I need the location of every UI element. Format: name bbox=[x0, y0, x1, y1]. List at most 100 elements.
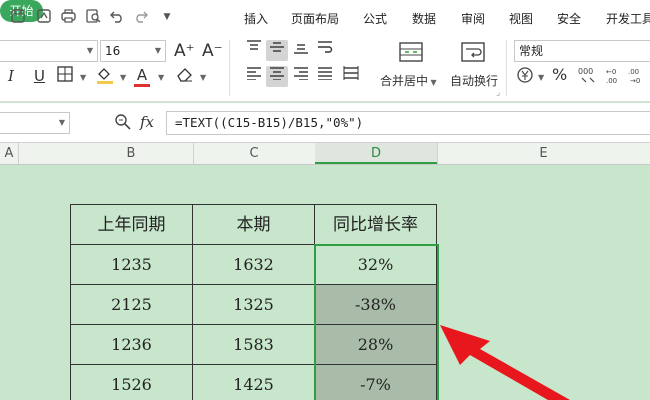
svg-text:←0: ←0 bbox=[606, 68, 616, 76]
decrease-font-size-button[interactable]: A⁻ bbox=[202, 41, 223, 61]
font-color-button[interactable]: A bbox=[134, 65, 150, 87]
formula-bar: ▼ fx =TEXT((C15-B15)/B15,"0%") bbox=[0, 103, 650, 143]
percent-button[interactable]: % bbox=[552, 65, 567, 85]
column-header-e[interactable]: E bbox=[437, 143, 650, 164]
currency-button[interactable] bbox=[516, 66, 534, 91]
align-bottom-button[interactable] bbox=[290, 40, 312, 61]
fill-color-button[interactable] bbox=[96, 66, 114, 91]
chevron-down-icon[interactable]: ▼ bbox=[538, 68, 544, 88]
increase-decimal-button[interactable]: ←0.00 bbox=[604, 66, 624, 91]
svg-text:000: 000 bbox=[578, 67, 593, 76]
table-cell[interactable]: 1325 bbox=[193, 285, 315, 325]
chevron-down-icon[interactable]: ▼ bbox=[158, 68, 164, 88]
align-middle-button[interactable] bbox=[266, 40, 288, 61]
table-cell[interactable]: 1425 bbox=[193, 365, 315, 400]
magnifier-icon bbox=[115, 114, 131, 130]
align-top-icon bbox=[247, 40, 261, 50]
tab-page-layout[interactable]: 页面布局 bbox=[291, 10, 339, 28]
name-box[interactable]: ▼ bbox=[0, 112, 70, 134]
table-cell[interactable]: 1583 bbox=[193, 325, 315, 365]
table-cell-selected[interactable]: 28% bbox=[315, 325, 437, 365]
wrap-text-button[interactable] bbox=[458, 42, 488, 69]
justify-button[interactable] bbox=[314, 66, 336, 87]
italic-button[interactable]: I bbox=[8, 66, 14, 86]
number-format-select[interactable]: 常规 bbox=[514, 40, 650, 62]
increase-font-size-button[interactable]: A⁺ bbox=[174, 41, 195, 61]
align-right-button[interactable] bbox=[290, 66, 312, 87]
font-size-select[interactable]: 16 ▼ bbox=[100, 40, 166, 62]
tab-insert[interactable]: 插入 bbox=[244, 10, 268, 28]
increase-decimal-icon: ←0.00 bbox=[606, 68, 617, 85]
redo-icon[interactable] bbox=[133, 9, 149, 25]
align-center-button[interactable] bbox=[266, 66, 288, 87]
table-cell[interactable]: 2125 bbox=[71, 285, 193, 325]
table-cell[interactable]: 1632 bbox=[193, 245, 315, 285]
table-cell-selected[interactable]: -7% bbox=[315, 365, 437, 400]
header-cell-prior-year[interactable]: 上年同期 bbox=[71, 205, 193, 245]
chevron-down-icon: ▼ bbox=[428, 78, 437, 87]
menu-bar: ▼ 开始 插入 页面布局 公式 数据 审阅 视图 安全 开发工具 bbox=[0, 0, 650, 36]
wrap-icon bbox=[318, 41, 333, 53]
tab-developer[interactable]: 开发工具 bbox=[606, 10, 650, 28]
eraser-icon bbox=[177, 68, 192, 82]
thousands-separator-button[interactable]: 000 bbox=[578, 66, 598, 91]
tab-formulas[interactable]: 公式 bbox=[363, 10, 387, 28]
font-color-swatch bbox=[134, 84, 150, 87]
merge-center-button[interactable] bbox=[396, 42, 426, 69]
decrease-decimal-button[interactable]: .00 →0 bbox=[628, 66, 648, 91]
border-button[interactable] bbox=[57, 66, 75, 89]
chevron-down-icon: ▼ bbox=[86, 46, 93, 55]
align-right-icon bbox=[294, 67, 308, 81]
table-cell[interactable]: 1235 bbox=[71, 245, 193, 285]
tab-data[interactable]: 数据 bbox=[412, 10, 436, 28]
export-pdf-icon[interactable] bbox=[36, 9, 52, 25]
align-top-button[interactable] bbox=[243, 40, 265, 61]
zoom-formula-button[interactable] bbox=[114, 113, 132, 138]
undo-icon[interactable] bbox=[109, 9, 125, 25]
font-color-letter: A bbox=[136, 66, 148, 84]
header-cell-current[interactable]: 本期 bbox=[193, 205, 315, 245]
align-left-button[interactable] bbox=[243, 66, 265, 87]
table-cell[interactable]: 1236 bbox=[71, 325, 193, 365]
clear-format-button[interactable] bbox=[176, 66, 194, 89]
table-cell[interactable]: 1526 bbox=[71, 365, 193, 400]
save-icon[interactable] bbox=[10, 9, 26, 25]
column-header-a[interactable]: A bbox=[0, 143, 18, 164]
align-center-icon bbox=[270, 67, 284, 81]
chevron-down-icon[interactable]: ▼ bbox=[200, 68, 206, 88]
tab-review[interactable]: 审阅 bbox=[461, 10, 485, 28]
currency-icon bbox=[517, 67, 533, 83]
expand-alignment-icon[interactable]: ⌟ bbox=[496, 88, 500, 98]
align-bottom-icon bbox=[294, 44, 308, 54]
print-preview-icon[interactable] bbox=[85, 9, 101, 25]
quick-access-dropdown-icon[interactable]: ▼ bbox=[159, 9, 175, 25]
distributed-align-button[interactable] bbox=[340, 66, 362, 87]
column-header-row: A B C D E bbox=[0, 143, 650, 165]
wrap-text-small-button[interactable] bbox=[314, 40, 336, 61]
tab-security[interactable]: 安全 bbox=[557, 10, 581, 28]
wrap-text-label[interactable]: 自动换行 bbox=[450, 71, 498, 91]
chevron-down-icon: ▼ bbox=[58, 118, 65, 127]
border-icon bbox=[57, 66, 73, 82]
underline-button[interactable]: U bbox=[34, 66, 45, 86]
table-cell-selected[interactable]: -38% bbox=[315, 285, 437, 325]
align-left-icon bbox=[247, 67, 261, 81]
merge-center-label[interactable]: 合并居中 ▼ bbox=[380, 71, 437, 93]
insert-function-button[interactable]: fx bbox=[140, 112, 154, 132]
column-header-d[interactable]: D bbox=[315, 143, 437, 164]
print-icon[interactable] bbox=[60, 9, 76, 25]
svg-text:→0: →0 bbox=[630, 77, 640, 84]
font-name-select[interactable]: ▼ bbox=[0, 40, 98, 62]
paint-bucket-icon bbox=[97, 68, 113, 84]
tab-view[interactable]: 视图 bbox=[509, 10, 533, 28]
chevron-down-icon[interactable]: ▼ bbox=[120, 68, 126, 88]
header-cell-growth-rate[interactable]: 同比增长率 bbox=[315, 205, 437, 245]
table-cell-active[interactable]: 32% bbox=[315, 245, 437, 285]
align-middle-icon bbox=[270, 42, 284, 52]
chevron-down-icon: ▼ bbox=[154, 46, 161, 55]
divider bbox=[506, 40, 507, 96]
divider bbox=[229, 40, 230, 96]
chevron-down-icon[interactable]: ▼ bbox=[80, 68, 86, 88]
formula-input[interactable]: =TEXT((C15-B15)/B15,"0%") bbox=[166, 111, 650, 135]
column-header-c[interactable]: C bbox=[193, 143, 315, 164]
